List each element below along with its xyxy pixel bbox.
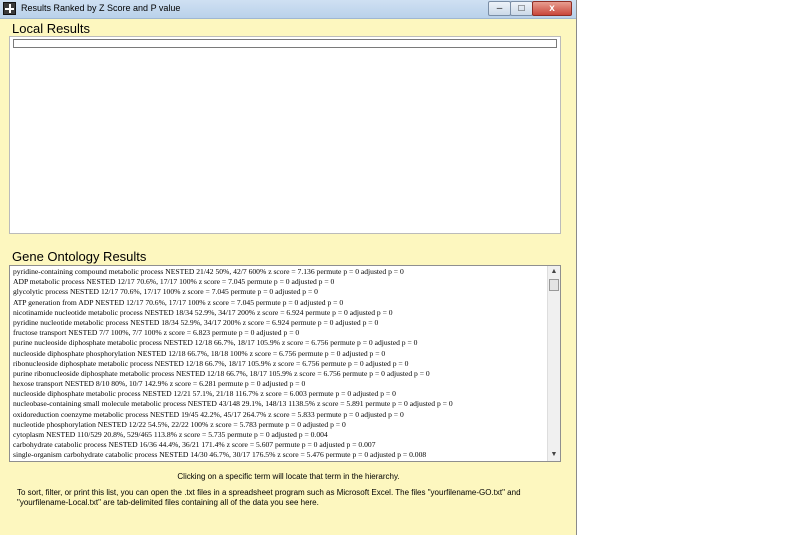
go-result-row[interactable]: ribonucleoside diphosphate metabolic pro…: [13, 359, 545, 369]
go-results-rows: pyridine-containing compound metabolic p…: [13, 267, 545, 462]
go-result-row[interactable]: ADP metabolic process NESTED 12/17 70.6%…: [13, 277, 545, 287]
maximize-button[interactable]: □: [510, 1, 533, 16]
go-result-row[interactable]: nucleoside diphosphate phosphorylation N…: [13, 349, 545, 359]
results-window: Results Ranked by Z Score and P value – …: [0, 0, 577, 535]
go-result-row[interactable]: fructose transport NESTED 7/7 100%, 7/7 …: [13, 328, 545, 338]
go-result-row[interactable]: pyridine-containing compound metabolic p…: [13, 267, 545, 277]
vertical-scrollbar[interactable]: ▲ ▼: [547, 266, 560, 461]
scroll-down-arrow-icon[interactable]: ▼: [548, 449, 560, 461]
go-result-row[interactable]: nucleoside diphosphate metabolic process…: [13, 389, 545, 399]
app-icon: [3, 2, 16, 15]
go-result-row[interactable]: cytoplasm NESTED 110/529 20.8%, 529/465 …: [13, 430, 545, 440]
go-results-heading: Gene Ontology Results: [12, 249, 147, 264]
close-button[interactable]: x: [532, 1, 572, 16]
go-result-row[interactable]: purine ribonucleoside diphosphate metabo…: [13, 369, 545, 379]
scroll-up-arrow-icon[interactable]: ▲: [548, 266, 560, 278]
go-result-row[interactable]: carbohydrate catabolic process NESTED 16…: [13, 440, 545, 450]
export-instructions: To sort, filter, or print this list, you…: [17, 488, 521, 507]
scroll-thumb[interactable]: [549, 279, 559, 291]
go-result-row[interactable]: nucleobase-containing small molecule met…: [13, 399, 545, 409]
minimize-button[interactable]: –: [488, 1, 511, 16]
local-results-panel: [9, 36, 561, 234]
go-result-row[interactable]: oxidoreduction coenzyme metabolic proces…: [13, 410, 545, 420]
title-bar[interactable]: Results Ranked by Z Score and P value – …: [0, 0, 576, 19]
go-result-row[interactable]: purine nucleoside diphosphate metabolic …: [13, 338, 545, 348]
local-results-field[interactable]: [13, 39, 557, 48]
go-result-row[interactable]: nicotinamide nucleotide metabolic proces…: [13, 308, 545, 318]
go-result-row[interactable]: ATP generation from ADP NESTED 12/17 70.…: [13, 298, 545, 308]
go-result-row[interactable]: pyridine nucleotide metabolic process NE…: [13, 318, 545, 328]
go-result-row[interactable]: nucleotide metabolic process NESTED 36/1…: [13, 461, 545, 462]
go-result-row[interactable]: single-organism carbohydrate catabolic p…: [13, 450, 545, 460]
go-results-list[interactable]: pyridine-containing compound metabolic p…: [9, 265, 561, 462]
window-title: Results Ranked by Z Score and P value: [21, 3, 181, 13]
local-results-heading: Local Results: [12, 21, 91, 36]
go-result-row[interactable]: glycolytic process NESTED 12/17 70.6%, 1…: [13, 287, 545, 297]
go-result-row[interactable]: hexose transport NESTED 8/10 80%, 10/7 1…: [13, 379, 545, 389]
go-result-row[interactable]: nucleotide phosphorylation NESTED 12/22 …: [13, 420, 545, 430]
hierarchy-hint: Clicking on a specific term will locate …: [177, 472, 400, 481]
